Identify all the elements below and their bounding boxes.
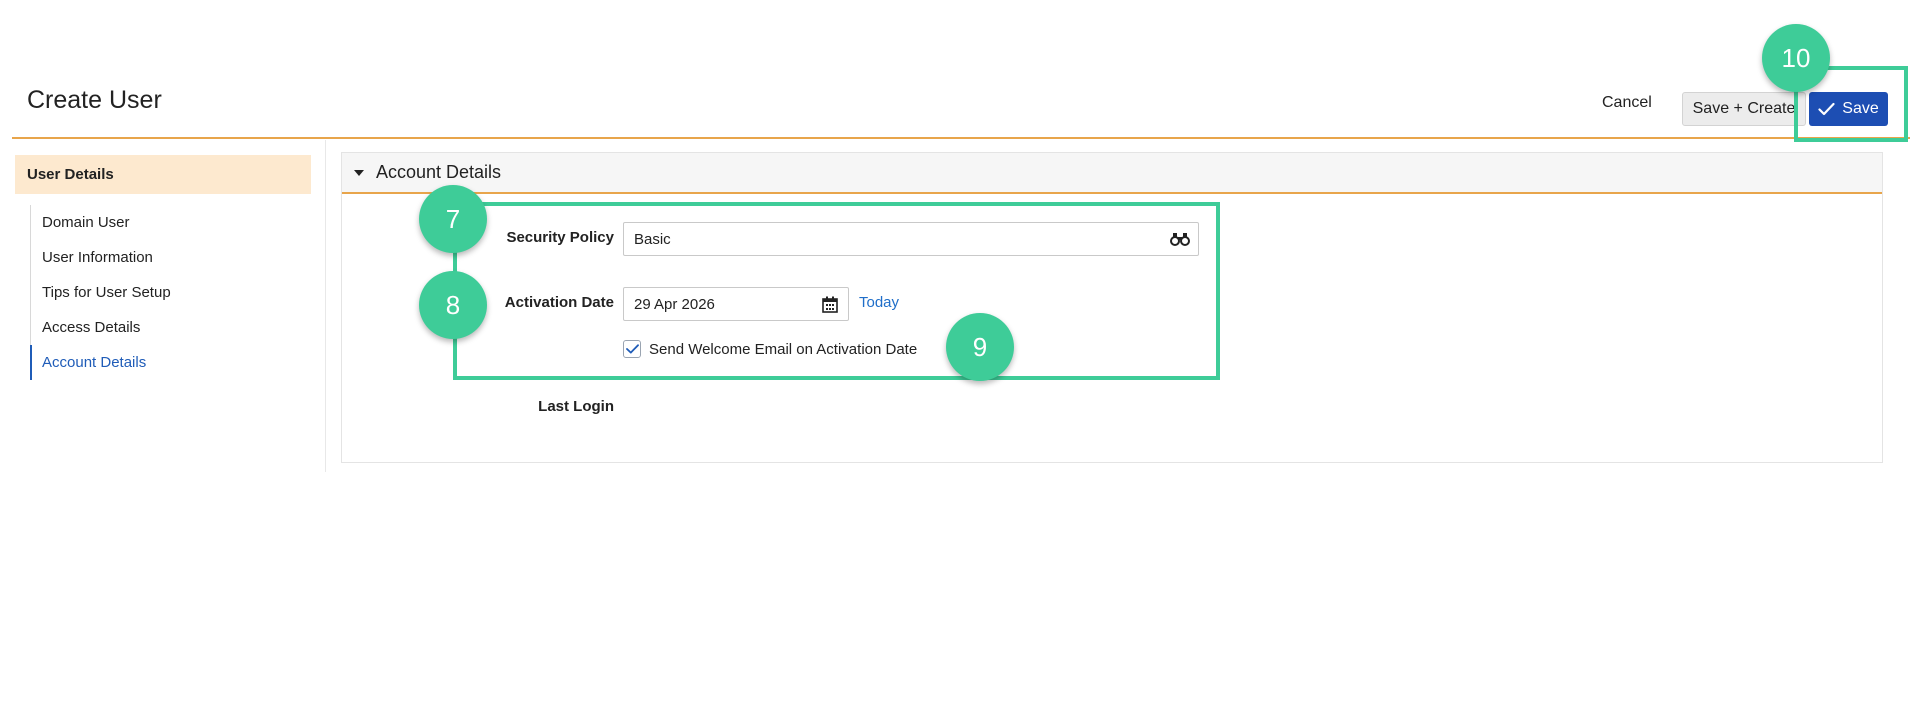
last-login-label: Last Login — [538, 398, 614, 415]
save-button[interactable]: Save — [1809, 92, 1888, 126]
step-badge-9: 9 — [946, 313, 1014, 381]
activation-date-field[interactable]: 29 Apr 2026 — [623, 287, 849, 321]
step-badge-10: 10 — [1762, 24, 1830, 92]
step-badge-8: 8 — [419, 271, 487, 339]
welcome-email-checkbox[interactable] — [623, 340, 641, 358]
sidebar-item-access-details[interactable]: Access Details — [31, 310, 321, 345]
sidebar-nav: Domain User User Information Tips for Us… — [30, 205, 321, 380]
step-badge-7: 7 — [419, 185, 487, 253]
page-title: Create User — [27, 86, 162, 114]
sidebar-section-user-details[interactable]: User Details — [15, 155, 311, 194]
panel-title: Account Details — [376, 162, 502, 182]
welcome-email-label: Send Welcome Email on Activation Date — [649, 341, 918, 358]
sidebar-item-user-information[interactable]: User Information — [31, 240, 321, 275]
activation-date-value: 29 Apr 2026 — [634, 295, 715, 313]
checkmark-icon — [626, 344, 639, 354]
save-button-label: Save — [1842, 100, 1879, 117]
calendar-icon[interactable] — [822, 296, 838, 313]
security-policy-value: Basic — [634, 230, 671, 248]
header-divider — [12, 137, 1910, 139]
security-policy-field[interactable]: Basic — [623, 222, 1199, 256]
cancel-button[interactable]: Cancel — [1602, 94, 1652, 112]
caret-down-icon — [354, 169, 364, 176]
sidebar-divider — [325, 140, 326, 472]
today-link[interactable]: Today — [859, 294, 899, 311]
binoculars-icon[interactable] — [1170, 232, 1190, 246]
sidebar-item-tips-for-user-setup[interactable]: Tips for User Setup — [31, 275, 321, 310]
checkmark-icon — [1818, 102, 1835, 116]
save-create-button[interactable]: Save + Create — [1682, 92, 1806, 126]
panel-header-toggle[interactable]: Account Details — [342, 153, 1882, 194]
sidebar-section-label: User Details — [27, 166, 114, 183]
sidebar-item-account-details[interactable]: Account Details — [30, 345, 321, 380]
sidebar-item-domain-user[interactable]: Domain User — [31, 205, 321, 240]
save-create-label: Save + Create — [1692, 100, 1796, 117]
